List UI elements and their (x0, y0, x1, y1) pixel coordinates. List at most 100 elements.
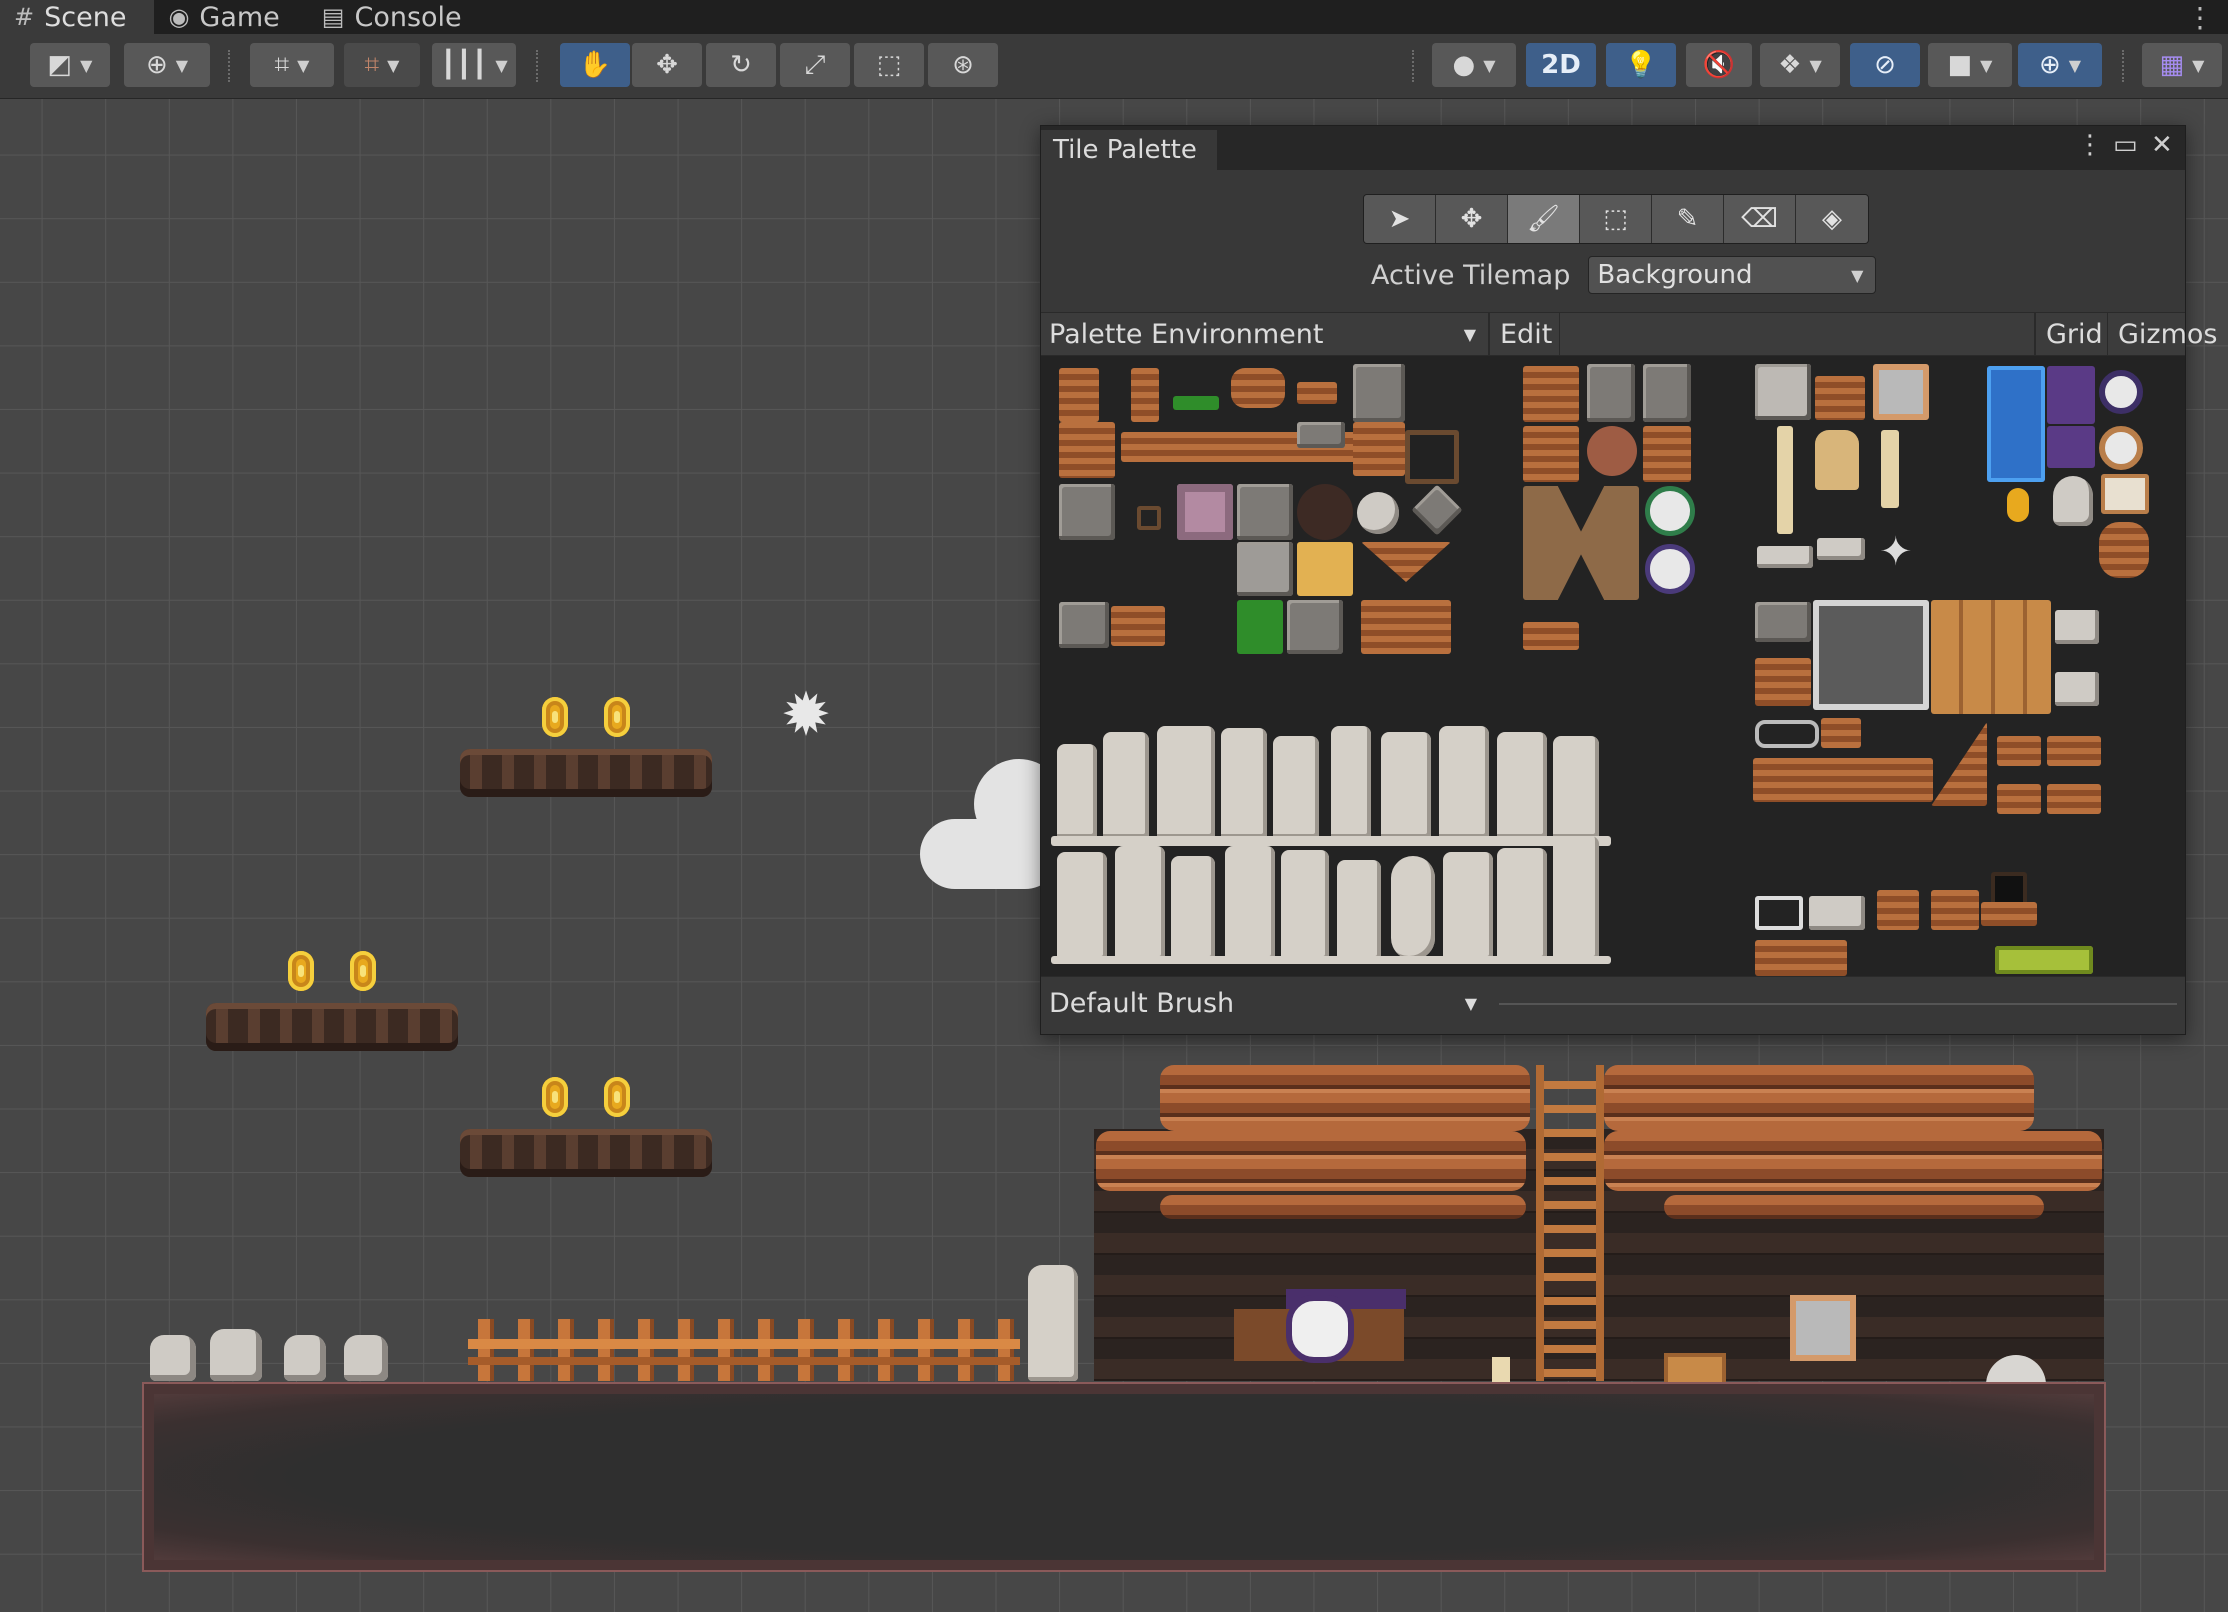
tile-swatch[interactable] (1931, 600, 2051, 714)
select-tool-button[interactable]: ➤ (1364, 195, 1436, 243)
tile-swatch[interactable] (1297, 382, 1337, 404)
tile-swatch[interactable] (1221, 728, 1267, 838)
tile-swatch[interactable] (2099, 370, 2143, 414)
tile-swatch[interactable] (1991, 872, 2027, 906)
tile-swatch[interactable] (1391, 856, 1435, 960)
tile-swatch[interactable] (1059, 484, 1115, 540)
tile-swatch[interactable] (1337, 860, 1381, 960)
tile-swatch[interactable] (1237, 542, 1293, 596)
tile-swatch[interactable] (1997, 736, 2041, 766)
tile-swatch[interactable] (1057, 852, 1107, 960)
tile-swatch[interactable] (1497, 848, 1547, 960)
close-icon[interactable]: ✕ (2151, 130, 2173, 160)
tile-swatch[interactable] (1931, 722, 1987, 806)
global-local-button[interactable]: ⊕ ▼ (124, 43, 210, 87)
tile-swatch[interactable] (1231, 368, 1285, 408)
tile-swatch[interactable] (1757, 546, 1813, 568)
tile-swatch[interactable] (1115, 846, 1165, 960)
tab-scene[interactable]: # Scene (0, 0, 155, 34)
tile-swatch[interactable] (1931, 890, 1979, 930)
tile-swatch[interactable] (1523, 426, 1579, 482)
draw-mode-button[interactable]: ◩ ▼ (30, 43, 110, 87)
tile-swatch[interactable] (1297, 484, 1353, 540)
tile-swatch[interactable] (1411, 484, 1463, 536)
tile-swatch[interactable] (2055, 672, 2099, 706)
tile-swatch[interactable] (1753, 758, 1933, 802)
tile-swatch[interactable] (1405, 430, 1459, 484)
tile-swatch[interactable] (1523, 366, 1579, 422)
tile-swatch[interactable] (1755, 720, 1819, 748)
tile-swatch[interactable] (2101, 474, 2149, 514)
tile-swatch[interactable] (2055, 610, 2099, 644)
tile-swatch[interactable] (1553, 836, 1599, 960)
tile-swatch[interactable] (1553, 736, 1599, 838)
tab-console[interactable]: ▤ Console (308, 0, 490, 34)
tile-swatch[interactable] (1157, 726, 1215, 838)
tile-palette-tab[interactable]: Tile Palette (1041, 130, 1217, 170)
tile-swatch[interactable] (2047, 784, 2101, 814)
brush-dropdown[interactable]: Default Brush ▼ (1041, 983, 1489, 1023)
edit-palette-button[interactable]: Edit (1489, 313, 1562, 355)
tile-swatch[interactable] (1523, 622, 1579, 650)
gizmos-toggle[interactable]: ⊕ ▼ (2018, 43, 2102, 87)
gizmos-toggle-button[interactable]: Gizmos (2107, 313, 2227, 355)
tile-swatch[interactable] (1051, 836, 1611, 846)
tile-swatch[interactable] (1645, 544, 1695, 594)
tile-swatch[interactable] (1809, 896, 1865, 930)
camera-button[interactable]: ■ ▼ (1928, 43, 2012, 87)
tile-swatch[interactable] (2053, 476, 2093, 526)
tile-swatch[interactable] (1587, 364, 1635, 422)
tile-swatch[interactable] (1057, 744, 1097, 838)
tile-swatch[interactable] (1755, 602, 1811, 642)
box-fill-tool-button[interactable]: ⬚ (1580, 195, 1652, 243)
flood-fill-tool-button[interactable]: ◈ (1796, 195, 1868, 243)
tile-swatch[interactable] (1225, 846, 1275, 960)
maximize-icon[interactable]: ▭ (2113, 130, 2138, 160)
tile-swatch[interactable] (2047, 366, 2095, 424)
tile-swatch[interactable] (2047, 426, 2095, 468)
tile-swatch[interactable] (1755, 658, 1811, 706)
scale-tool-button[interactable]: ⤢ (780, 43, 850, 87)
tile-swatch[interactable] (1111, 606, 1165, 646)
picker-tool-button[interactable]: ✎ (1652, 195, 1724, 243)
tile-swatch[interactable] (2047, 736, 2101, 766)
tile-swatch[interactable] (1987, 366, 2045, 482)
tile-swatch[interactable] (1443, 852, 1493, 960)
tile-swatch[interactable] (1381, 732, 1431, 838)
effects-button[interactable]: ❖ ▼ (1760, 43, 1840, 87)
tile-swatch[interactable] (1643, 426, 1691, 482)
tile-swatch[interactable] (1755, 896, 1803, 930)
tile-swatch[interactable] (1297, 422, 1345, 448)
tile-swatch[interactable] (1059, 602, 1109, 648)
tile-swatch[interactable] (1361, 600, 1451, 654)
tile-swatch[interactable] (1523, 486, 1639, 600)
tile-swatch[interactable] (1297, 542, 1353, 596)
paint-tool-button[interactable]: 🖌 (1508, 195, 1580, 243)
tile-swatch[interactable] (1287, 600, 1343, 654)
tile-swatch[interactable] (1051, 956, 1611, 964)
tile-swatch[interactable] (1645, 486, 1695, 536)
view-2d-toggle[interactable]: 2D (1526, 43, 1596, 87)
move-tool-button[interactable]: ✥ (632, 43, 702, 87)
tile-swatch[interactable] (2099, 426, 2143, 470)
tile-swatch[interactable] (1997, 784, 2041, 814)
palette-dropdown[interactable]: Palette Environment ▼ (1041, 313, 1489, 355)
tile-swatch[interactable] (1873, 364, 1929, 420)
rotate-tool-button[interactable]: ↻ (706, 43, 776, 87)
grid-snap-button[interactable]: ⌗ ▼ (250, 43, 334, 87)
tile-swatch[interactable] (1881, 430, 1899, 508)
active-tilemap-dropdown[interactable]: Background ▼ (1588, 256, 1877, 294)
tile-swatch[interactable] (1981, 902, 2037, 926)
tile-swatch[interactable] (1353, 364, 1405, 422)
tile-swatch[interactable] (1237, 600, 1283, 654)
transform-tool-button[interactable]: ⊛ (928, 43, 998, 87)
tile-swatch[interactable] (1361, 542, 1451, 582)
tile-swatch[interactable] (2099, 522, 2149, 578)
tile-swatch[interactable] (1273, 736, 1319, 838)
sparkle-icon[interactable]: ✦ (1879, 532, 1919, 572)
tile-swatch[interactable] (1331, 726, 1371, 838)
tile-swatch[interactable] (1137, 506, 1161, 530)
tile-swatch[interactable] (1813, 600, 1929, 710)
tile-swatch[interactable] (1815, 430, 1859, 490)
tile-swatch[interactable] (1643, 364, 1691, 422)
